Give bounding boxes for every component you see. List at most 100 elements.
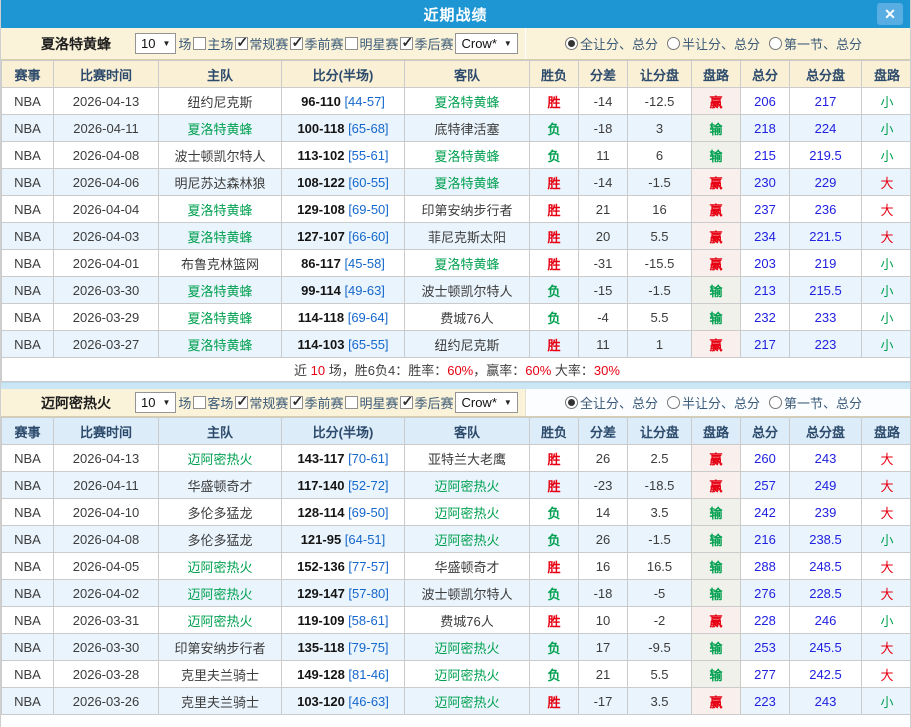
league-cell: NBA <box>2 169 54 196</box>
result-cell: 负 <box>530 661 579 688</box>
league-cell: NBA <box>2 115 54 142</box>
result-cell: 胜 <box>530 250 579 277</box>
filter-label[interactable]: 客场 <box>207 393 233 412</box>
filter-checkbox[interactable] <box>235 37 248 50</box>
handicap-result-cell: 输 <box>692 661 741 688</box>
over-under-cell: 大 <box>862 661 911 688</box>
odds-type-radio[interactable] <box>565 37 578 50</box>
close-icon[interactable]: ✕ <box>877 3 903 25</box>
total-points-cell: 237 <box>741 196 790 223</box>
total-line-cell: 233 <box>790 304 862 331</box>
point-diff-cell: -15 <box>579 277 628 304</box>
filter-checkbox[interactable] <box>193 396 206 409</box>
total-line-cell: 236 <box>790 196 862 223</box>
filter-checkbox[interactable] <box>290 37 303 50</box>
odds-type-radio[interactable] <box>565 396 578 409</box>
result-cell: 负 <box>530 304 579 331</box>
odds-type-radio-label[interactable]: 全让分、总分 <box>580 34 658 53</box>
filter-checkbox[interactable] <box>400 396 413 409</box>
column-header: 分差 <box>579 61 628 88</box>
league-cell: NBA <box>2 526 54 553</box>
odds-type-radio-label[interactable]: 第一节、总分 <box>784 393 862 412</box>
handicap-result-cell: 赢 <box>692 250 741 277</box>
result-cell: 胜 <box>530 223 579 250</box>
point-diff-cell: 11 <box>579 331 628 358</box>
date-cell: 2026-04-02 <box>54 580 159 607</box>
handicap-result-cell: 赢 <box>692 88 741 115</box>
total-points-cell: 288 <box>741 553 790 580</box>
column-header: 比分(半场) <box>282 418 405 445</box>
filter-checkbox[interactable] <box>193 37 206 50</box>
half-time-score: [65-55] <box>344 337 388 352</box>
filter-label[interactable]: 季后赛 <box>414 393 453 412</box>
handicap-result-cell: 赢 <box>692 169 741 196</box>
filter-label[interactable]: 主场 <box>207 34 233 53</box>
odds-type-radio[interactable] <box>667 37 680 50</box>
filter-label[interactable]: 季后赛 <box>414 34 453 53</box>
filter-label[interactable]: 季前赛 <box>304 393 343 412</box>
game-row: NBA2026-04-11夏洛特黄蜂100-118 [65-68]底特律活塞负-… <box>2 115 911 142</box>
game-row: NBA2026-03-28克里夫兰骑士149-128 [81-46]迈阿密热火负… <box>2 661 911 688</box>
final-score: 117-140 <box>297 478 344 493</box>
filter-label[interactable]: 常规赛 <box>249 393 288 412</box>
final-score: 135-118 <box>297 640 344 655</box>
date-cell: 2026-04-11 <box>54 115 159 142</box>
company-select[interactable]: Crow* ▼ <box>455 33 517 54</box>
column-header: 胜负 <box>530 418 579 445</box>
score-cell: 129-108 [69-50] <box>282 196 405 223</box>
total-points-cell: 213 <box>741 277 790 304</box>
result-cell: 负 <box>530 142 579 169</box>
column-header: 主队 <box>159 418 282 445</box>
half-time-score: [69-64] <box>344 310 388 325</box>
odds-type-radio[interactable] <box>769 37 782 50</box>
filter-label[interactable]: 季前赛 <box>304 34 343 53</box>
filter-checkbox[interactable] <box>345 396 358 409</box>
games-count-select[interactable]: 10 ▼ <box>135 392 176 413</box>
league-cell: NBA <box>2 88 54 115</box>
home-team-cell: 克里夫兰骑士 <box>159 661 282 688</box>
odds-type-radio[interactable] <box>667 396 680 409</box>
over-under-cell: 大 <box>862 196 911 223</box>
league-cell: NBA <box>2 445 54 472</box>
filter-label[interactable]: 明星赛 <box>359 34 398 53</box>
total-line-cell: 249 <box>790 472 862 499</box>
odds-type-radio[interactable] <box>769 396 782 409</box>
over-under-cell: 大 <box>862 499 911 526</box>
away-team-cell: 底特律活塞 <box>405 115 530 142</box>
home-team-cell: 多伦多猛龙 <box>159 499 282 526</box>
column-header: 盘路 <box>862 418 911 445</box>
filter-checkbox[interactable] <box>400 37 413 50</box>
handicap-line-cell: -9.5 <box>628 634 692 661</box>
over-under-cell: 小 <box>862 526 911 553</box>
recent-results-dialog: 近期战绩 ✕ 夏洛特黄蜂 10 ▼ 场 主场常规赛季前赛明星赛季后赛 Crow*… <box>0 0 911 727</box>
handicap-line-cell: -1.5 <box>628 169 692 196</box>
final-score: 119-109 <box>297 613 344 628</box>
half-time-score: [46-63] <box>345 694 389 709</box>
total-line-cell: 215.5 <box>790 277 862 304</box>
filter-checkbox[interactable] <box>235 396 248 409</box>
filters-left: 夏洛特黄蜂 10 ▼ 场 主场常规赛季前赛明星赛季后赛 Crow* ▼ <box>1 28 525 59</box>
odds-type-radio-label[interactable]: 全让分、总分 <box>580 393 658 412</box>
games-count-select[interactable]: 10 ▼ <box>135 33 176 54</box>
over-under-cell: 大 <box>862 553 911 580</box>
filter-label[interactable]: 常规赛 <box>249 34 288 53</box>
filter-checkbox[interactable] <box>290 396 303 409</box>
away-team-cell: 费城76人 <box>405 304 530 331</box>
half-time-score: [58-61] <box>344 613 388 628</box>
filter-label[interactable]: 明星赛 <box>359 393 398 412</box>
total-points-cell: 218 <box>741 115 790 142</box>
handicap-result-cell: 赢 <box>692 331 741 358</box>
odds-type-radio-label[interactable]: 半让分、总分 <box>682 393 760 412</box>
odds-type-radio-label[interactable]: 第一节、总分 <box>784 34 862 53</box>
filter-checkbox[interactable] <box>345 37 358 50</box>
date-cell: 2026-04-10 <box>54 499 159 526</box>
chevron-down-icon: ▼ <box>162 39 170 48</box>
company-select[interactable]: Crow* ▼ <box>455 392 517 413</box>
half-time-score: [52-72] <box>344 478 388 493</box>
over-under-cell: 小 <box>862 688 911 715</box>
odds-type-radio-label[interactable]: 半让分、总分 <box>682 34 760 53</box>
column-header: 分差 <box>579 418 628 445</box>
summary-stat-value: 10 <box>311 363 325 378</box>
handicap-line-cell: -18.5 <box>628 472 692 499</box>
result-cell: 胜 <box>530 445 579 472</box>
